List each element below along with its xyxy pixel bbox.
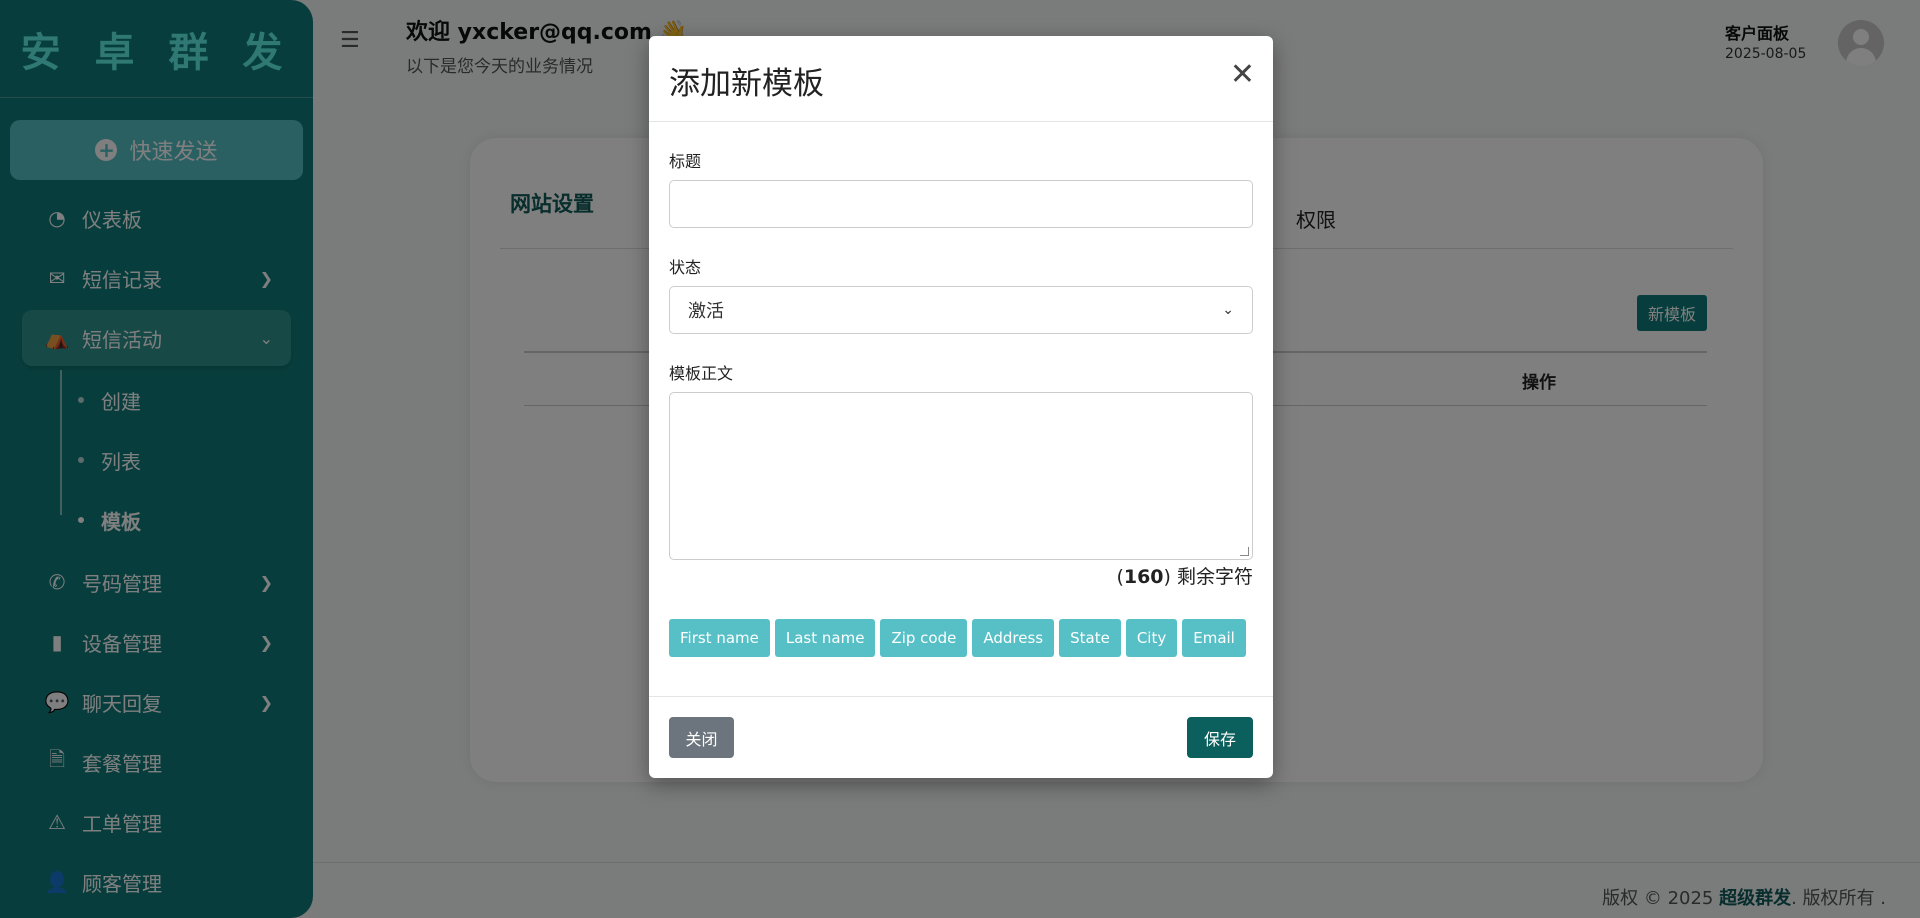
add-template-modal: 添加新模板 ✕ 标题 状态 激活 ⌄ 模板正文 (160) 剩余字符 First… [649, 36, 1273, 778]
status-label: 状态 [669, 258, 702, 277]
title-input[interactable] [669, 180, 1253, 228]
template-body-textarea[interactable] [669, 392, 1253, 560]
close-icon[interactable]: ✕ [1230, 60, 1255, 90]
tag-address-button[interactable]: Address [972, 619, 1055, 657]
modal-header: 添加新模板 ✕ [649, 36, 1273, 122]
tag-state-button[interactable]: State [1059, 619, 1121, 657]
tag-last-name-button[interactable]: Last name [774, 619, 876, 657]
tag-city-button[interactable]: City [1125, 619, 1178, 657]
modal-title: 添加新模板 [669, 66, 824, 102]
remaining-suffix: 剩余字符 [1170, 566, 1253, 588]
body-label: 模板正文 [669, 364, 734, 383]
tag-zip-code-button[interactable]: Zip code [880, 619, 968, 657]
tag-first-name-button[interactable]: First name [669, 619, 770, 657]
status-selected-value: 激活 [688, 301, 724, 322]
modal-footer: 关闭 保存 [649, 696, 1273, 778]
close-button[interactable]: 关闭 [669, 717, 734, 758]
placeholder-tags: First name Last name Zip code Address St… [669, 619, 1246, 657]
chevron-down-icon: ⌄ [1222, 302, 1234, 318]
title-label: 标题 [669, 152, 702, 171]
remaining-count: 160 [1123, 566, 1164, 588]
tag-email-button[interactable]: Email [1182, 619, 1246, 657]
remaining-chars-counter: (160) 剩余字符 [1116, 566, 1253, 588]
save-button[interactable]: 保存 [1187, 717, 1253, 758]
status-select[interactable]: 激活 ⌄ [669, 286, 1253, 334]
